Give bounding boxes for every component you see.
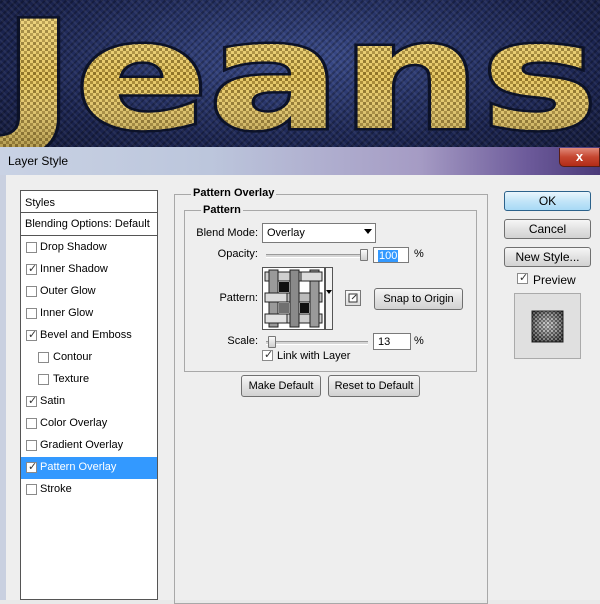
styles-item-label: Bevel and Emboss [40, 329, 132, 341]
styles-list-header[interactable]: Styles [21, 191, 157, 213]
scale-input[interactable]: 13 [373, 333, 411, 350]
jeans-banner: Jeans Jeans [0, 0, 600, 147]
styles-item-label: Inner Shadow [40, 263, 108, 275]
new-style-button[interactable]: New Style... [504, 247, 591, 267]
new-style-label: New Style... [515, 250, 580, 264]
styles-item-label: Blending Options: Default [25, 218, 150, 230]
styles-item-label: Inner Glow [40, 307, 94, 319]
outer-glow-checkbox[interactable] [26, 286, 37, 297]
styles-list: Styles Blending Options: Default Drop Sh… [20, 190, 158, 600]
inner-shadow-checkbox[interactable]: ✓ [26, 263, 38, 275]
opacity-unit: % [414, 248, 424, 260]
check-icon: ✓ [264, 349, 274, 361]
styles-item-label: Outer Glow [40, 285, 96, 297]
style-preview-swatch [531, 310, 564, 343]
close-button[interactable]: x [559, 148, 600, 167]
chevron-down-icon [326, 290, 332, 294]
scale-label: Scale: [227, 335, 258, 347]
cancel-button[interactable]: Cancel [504, 219, 591, 239]
style-preview [514, 293, 581, 359]
pattern-label: Pattern: [219, 292, 258, 304]
styles-item-drop-shadow[interactable]: Drop Shadow [21, 237, 157, 259]
ok-label: OK [538, 194, 557, 208]
styles-item-color-overlay[interactable]: Color Overlay [21, 413, 157, 435]
make-default-label: Make Default [248, 380, 314, 392]
dialog-titlebar[interactable]: Layer Style [0, 147, 600, 176]
styles-item-gradient-overlay[interactable]: Gradient Overlay [21, 435, 157, 457]
texture-checkbox[interactable] [38, 374, 49, 385]
styles-item-texture[interactable]: Texture [21, 369, 157, 391]
contour-checkbox[interactable] [38, 352, 49, 363]
styles-item-label: Texture [53, 373, 90, 385]
color-overlay-checkbox[interactable] [26, 418, 37, 429]
stroke-checkbox[interactable] [26, 484, 37, 495]
jeans-title-shading: Jeans [0, 0, 598, 147]
pattern-group-title: Pattern [201, 204, 243, 216]
styles-item-contour[interactable]: Contour [21, 347, 157, 369]
new-preset-icon [348, 293, 358, 303]
jeans-text-graphic: Jeans Jeans [0, 0, 600, 147]
styles-item-label: Contour [53, 351, 93, 363]
preview-option[interactable]: ✓ Preview [517, 272, 587, 287]
snap-to-origin-label: Snap to Origin [383, 293, 454, 305]
blend-mode-value: Overlay [267, 227, 305, 239]
styles-item-outer-glow[interactable]: Outer Glow [21, 281, 157, 303]
styles-item-label: Gradient Overlay [40, 439, 124, 451]
blend-mode-select[interactable]: Overlay [262, 223, 376, 243]
check-icon: ✓ [28, 329, 38, 341]
inner-glow-checkbox[interactable] [26, 308, 37, 319]
scale-unit: % [414, 335, 424, 347]
dialog-title: Layer Style [8, 154, 69, 168]
cancel-label: Cancel [528, 222, 567, 236]
make-default-button[interactable]: Make Default [241, 375, 321, 397]
styles-item-label: Pattern Overlay [40, 461, 117, 473]
satin-checkbox[interactable]: ✓ [26, 395, 38, 407]
scale-slider-track[interactable] [266, 341, 368, 345]
styles-item-label: Drop Shadow [40, 241, 107, 253]
pattern-overlay-title: Pattern Overlay [191, 187, 277, 199]
check-icon: ✓ [28, 395, 38, 407]
pattern-swatch[interactable] [262, 267, 325, 330]
opacity-label: Opacity: [217, 248, 258, 260]
gradient-overlay-checkbox[interactable] [26, 440, 37, 451]
styles-item-stroke[interactable]: Stroke [21, 479, 157, 501]
new-preset-button[interactable] [345, 290, 361, 306]
close-icon: x [575, 149, 584, 164]
opacity-slider-thumb[interactable] [360, 249, 368, 261]
styles-item-blending-options[interactable]: Blending Options: Default [21, 214, 157, 236]
check-icon: ✓ [28, 461, 38, 473]
opacity-value: 100 [378, 250, 399, 262]
pattern-overlay-checkbox[interactable]: ✓ [26, 461, 38, 473]
scale-value: 13 [378, 336, 391, 348]
styles-item-bevel-emboss[interactable]: ✓ Bevel and Emboss [21, 325, 157, 347]
check-icon: ✓ [519, 272, 529, 284]
styles-item-satin[interactable]: ✓ Satin [21, 391, 157, 413]
styles-item-inner-shadow[interactable]: ✓ Inner Shadow [21, 259, 157, 281]
link-with-layer-checkbox[interactable]: ✓ [262, 349, 274, 361]
blend-mode-label: Blend Mode: [196, 227, 258, 239]
preview-checkbox[interactable]: ✓ [517, 272, 529, 284]
styles-item-pattern-overlay[interactable]: ✓ Pattern Overlay [21, 457, 157, 479]
ok-button[interactable]: OK [504, 191, 591, 211]
opacity-slider-track[interactable] [266, 254, 368, 258]
snap-to-origin-button[interactable]: Snap to Origin [374, 288, 463, 310]
styles-item-label: Satin [40, 395, 66, 407]
check-icon: ✓ [28, 263, 38, 275]
styles-item-label: Stroke [40, 483, 72, 495]
bevel-emboss-checkbox[interactable]: ✓ [26, 329, 38, 341]
preview-label: Preview [533, 273, 576, 287]
styles-item-inner-glow[interactable]: Inner Glow [21, 303, 157, 325]
scale-slider-thumb[interactable] [268, 336, 276, 348]
chevron-down-icon [364, 229, 372, 234]
pattern-picker-dropdown[interactable] [325, 267, 333, 330]
drop-shadow-checkbox[interactable] [26, 242, 37, 253]
link-with-layer-option[interactable]: ✓ Link with Layer [262, 349, 362, 363]
reset-to-default-button[interactable]: Reset to Default [328, 375, 420, 397]
weave-pattern-preview [263, 268, 324, 329]
link-with-layer-label: Link with Layer [277, 350, 351, 362]
reset-to-default-label: Reset to Default [334, 380, 414, 392]
styles-item-label: Color Overlay [40, 417, 108, 429]
opacity-input[interactable]: 100 [373, 247, 409, 263]
